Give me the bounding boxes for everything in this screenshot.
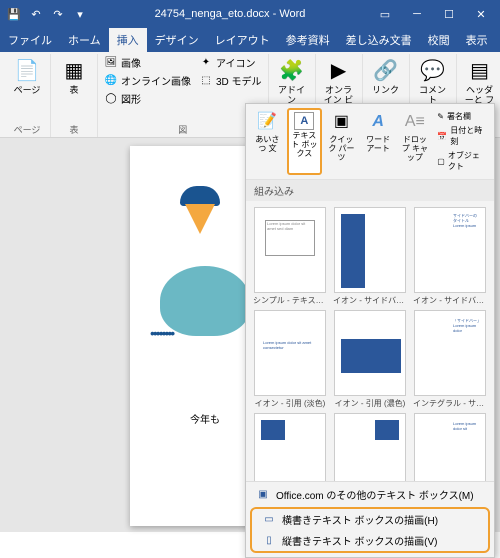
icons-icon: ✦ — [199, 56, 213, 70]
tab-help[interactable]: ヘルプ — [496, 28, 500, 52]
undo-icon[interactable]: ↶ — [26, 4, 46, 24]
video-icon: ▶ — [325, 56, 353, 84]
signature-button[interactable]: ✎署名欄 — [436, 110, 488, 123]
textbox-dropdown: 📝あいさつ 文 Aテキスト ボックス ▣クイック パーツ Aワード アート A≡… — [245, 103, 495, 558]
calendar-icon: 📅 — [437, 132, 447, 141]
acorn-graphic — [180, 186, 220, 236]
pages-button[interactable]: 📄ページ — [8, 54, 46, 98]
gallery-item[interactable] — [332, 413, 408, 481]
qat-more-icon[interactable]: ▾ — [70, 4, 90, 24]
quickparts-icon: ▣ — [328, 110, 354, 134]
pages-icon: 📄 — [13, 56, 41, 84]
ribbon-tabs: ファイル ホーム 挿入 デザイン レイアウト 参考資料 差し込み文書 校閲 表示… — [0, 28, 500, 52]
comment-button[interactable]: 💬コメント — [414, 54, 452, 108]
greeting-icon: 📝 — [254, 110, 280, 134]
redo-icon[interactable]: ↷ — [48, 4, 68, 24]
tab-mailings[interactable]: 差し込み文書 — [338, 28, 420, 52]
close-icon[interactable]: ✕ — [466, 4, 496, 24]
datetime-button[interactable]: 📅日付と時刻 — [436, 124, 488, 148]
gallery-item-ion-sidebar1[interactable]: イオン - サイドバー 1 — [332, 207, 408, 306]
pictures-button[interactable]: 🖼画像 — [102, 54, 193, 71]
tab-layout[interactable]: レイアウト — [207, 28, 278, 52]
gallery-item[interactable]: Lorem ipsum dolor sit — [412, 413, 488, 481]
more-textboxes-office[interactable]: ▣Office.com のその他のテキスト ボックス(M) — [246, 484, 494, 505]
addins-button[interactable]: 🧩アドイン — [273, 54, 311, 108]
tab-home[interactable]: ホーム — [60, 28, 109, 52]
tab-view[interactable]: 表示 — [458, 28, 496, 52]
textbox-button[interactable]: Aテキスト ボックス — [287, 108, 322, 175]
vertical-textbox-icon: ▯ — [262, 535, 276, 546]
object-button[interactable]: ▢オブジェクト — [436, 149, 488, 173]
maximize-icon[interactable]: ☐ — [434, 4, 464, 24]
icons-button[interactable]: ✦アイコン — [197, 54, 264, 71]
shapes-icon: ◯ — [104, 92, 118, 106]
online-picture-icon: 🌐 — [104, 74, 118, 88]
3d-models-button[interactable]: ⬚3D モデル — [197, 72, 264, 89]
gallery-item-integral-sidebar[interactable]: 「サイドバー」Lorem ipsum dolorインテグラル - サイドバー — [412, 310, 488, 409]
header-icon: ▤ — [466, 56, 494, 84]
window-title: 24754_nenga_eto.docx - Word — [90, 8, 370, 20]
gallery-item-ion-quote-dark[interactable]: イオン - 引用 (濃色) — [332, 310, 408, 409]
textbox-icon: A — [294, 112, 314, 130]
addins-icon: 🧩 — [278, 56, 306, 84]
cube-icon: ⬚ — [199, 74, 213, 88]
minimize-icon[interactable]: ─ — [402, 4, 432, 24]
tab-review[interactable]: 校閲 — [420, 28, 458, 52]
horizontal-textbox-icon: ▭ — [262, 514, 276, 525]
tab-references[interactable]: 参考資料 — [278, 28, 338, 52]
page-text: 今年も — [190, 411, 220, 426]
quickparts-button[interactable]: ▣クイック パーツ — [324, 108, 359, 175]
gallery-item-ion-quote-light[interactable]: Lorem ipsum dolor sit amet consecteturイオ… — [252, 310, 328, 409]
dropcap-icon: A≡ — [402, 110, 428, 134]
tab-file[interactable]: ファイル — [0, 28, 60, 52]
table-button[interactable]: ▦表 — [55, 54, 93, 98]
save-icon[interactable]: 💾 — [4, 4, 24, 24]
comment-icon: 💬 — [419, 56, 447, 84]
picture-icon: 🖼 — [104, 56, 118, 70]
ribbon-display-icon[interactable]: ▭ — [370, 4, 400, 24]
shapes-button[interactable]: ◯図形 — [102, 90, 193, 107]
object-icon: ▢ — [437, 157, 445, 166]
draw-horizontal-textbox[interactable]: ▭横書きテキスト ボックスの描画(H) — [252, 509, 488, 530]
signature-icon: ✎ — [437, 112, 444, 121]
links-button[interactable]: 🔗リンク — [367, 54, 405, 98]
tab-design[interactable]: デザイン — [147, 28, 207, 52]
table-icon: ▦ — [60, 56, 88, 84]
online-pictures-button[interactable]: 🌐オンライン画像 — [102, 72, 193, 89]
greeting-button[interactable]: 📝あいさつ 文 — [250, 108, 285, 175]
gallery-item[interactable] — [252, 413, 328, 481]
link-icon: 🔗 — [372, 56, 400, 84]
textbox-gallery: Lorem ipsum dolor sit amet sed diamシンプル … — [246, 201, 494, 481]
hedgehog-graphic: •••••••• — [160, 266, 250, 336]
wordart-button[interactable]: Aワード アート — [361, 108, 396, 175]
dropcap-button[interactable]: A≡ドロップ キャップ — [398, 108, 433, 175]
gallery-item-ion-sidebar2[interactable]: サイドバーのタイトル Lorem ipsumイオン - サイドバー 2 — [412, 207, 488, 306]
tab-insert[interactable]: 挿入 — [109, 28, 147, 52]
office-icon: ▣ — [256, 489, 270, 500]
gallery-item-simple[interactable]: Lorem ipsum dolor sit amet sed diamシンプル … — [252, 207, 328, 306]
draw-vertical-textbox[interactable]: ▯縦書きテキスト ボックスの描画(V) — [252, 530, 488, 551]
gallery-header: 組み込み — [246, 180, 494, 201]
wordart-icon: A — [365, 110, 391, 134]
